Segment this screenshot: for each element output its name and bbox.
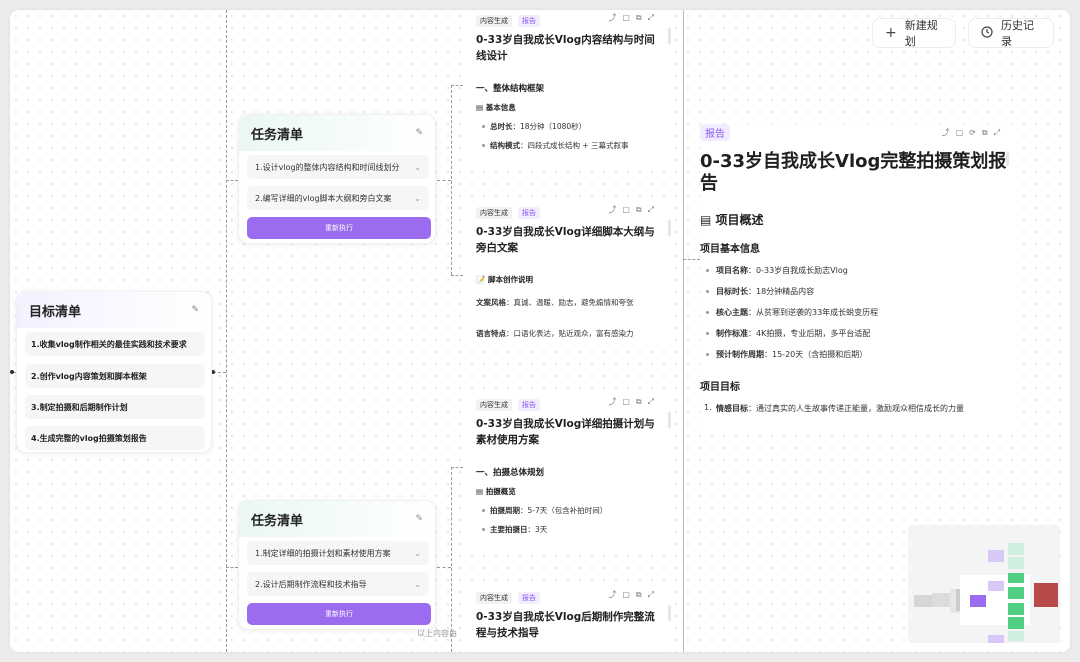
clock-icon <box>981 25 993 41</box>
chevron-down-icon: ⌄ <box>414 162 421 172</box>
report-ordered-item: 1. 情感目标：通过真实的人生故事传递正能量，激励观众相信成长的力量 <box>704 403 964 413</box>
connector-dot <box>10 370 14 374</box>
report-subheading: 项目目标 <box>700 382 740 393</box>
report-list-item: 核心主题：从贫寒到逆袭的33年成长蜕变历程 <box>700 307 1018 318</box>
doc-list-item: 结构模式：四段式成长结构 + 三幕式叙事 <box>476 140 660 151</box>
task-item-label: 2.编写详细的vlog脚本大纲和旁白文案 <box>255 193 392 203</box>
report-title: 0-33岁自我成长Vlog完整拍摄策划报告 <box>700 151 1007 194</box>
task-list-title: 任务清单 <box>251 127 304 143</box>
connector-line <box>683 259 700 260</box>
divider <box>683 10 684 652</box>
doc-list-item: 拍摄周期：5-7天（包含补拍时间） <box>476 505 660 516</box>
report-panel[interactable]: 报告 ⤴▢⟳⧉⤢ 0-33岁自我成长Vlog完整拍摄策划报告 ▤ 项目概述 项目… <box>700 124 1018 434</box>
minimap[interactable] <box>908 525 1060 643</box>
doc-actions-icon[interactable]: ⤴▢⧉⤢ <box>608 396 660 407</box>
connector-line <box>437 567 451 568</box>
goal-item[interactable]: 4.生成完整的vlog拍摄策划报告 <box>25 426 205 450</box>
goal-list-card: 目标清单 ✎ 1.收集vlog制作相关的最佳实践和技术要求 2.创作vlog内容… <box>16 291 212 453</box>
doc-heading: 一、拍摄总体规划 <box>476 468 545 478</box>
report-tag: 报告 <box>700 124 730 141</box>
doc-title: 0-33岁自我成长Vlog详细拍摄计划与素材使用方案 <box>476 418 655 446</box>
task-item[interactable]: 2.编写详细的vlog脚本大纲和旁白文案 ⌄ <box>247 186 429 210</box>
scrollbar[interactable] <box>1006 152 1009 166</box>
report-actions-icon[interactable]: ⤴▢⟳⧉⤢ <box>942 127 1006 138</box>
scrollbar[interactable] <box>668 220 671 236</box>
doc-title: 0-33岁自我成长Vlog后期制作完整流程与技术指导 <box>476 611 655 639</box>
goal-item[interactable]: 3.制定拍摄和后期制作计划 <box>25 395 205 419</box>
doc-paragraph: 语言特点：口语化表达，贴近观众，富有感染力 <box>476 329 634 338</box>
rerun-button[interactable]: 重新执行 <box>247 217 431 239</box>
goal-list-title: 目标清单 <box>29 304 82 320</box>
content-gen-tag: 内容生成 <box>476 14 512 27</box>
connector-line <box>451 467 452 652</box>
report-list-item: 目标时长：18分钟精品内容 <box>700 286 1018 297</box>
new-plan-label: 新建规划 <box>904 19 938 48</box>
task-list-title: 任务清单 <box>251 513 304 529</box>
doc-card[interactable]: 内容生成 报告 ⤴▢⧉⤢ 0-33岁自我成长Vlog后期制作完整流程与技术指导 <box>466 587 670 652</box>
connector-line <box>437 180 451 181</box>
doc-title: 0-33岁自我成长Vlog详细脚本大纲与旁白文案 <box>476 226 655 254</box>
task-item-label: 1.制定详细的拍摄计划和素材使用方案 <box>255 548 391 558</box>
report-tag: 报告 <box>518 14 540 27</box>
scrollbar[interactable] <box>668 412 671 428</box>
report-list-item: 项目名称：0-33岁自我成长励志Vlog <box>700 265 1018 276</box>
goal-item[interactable]: 2.创作vlog内容策划和脚本框架 <box>25 364 205 388</box>
task-item-label: 1.设计vlog的整体内容结构和时间线划分 <box>255 162 400 172</box>
scrollbar[interactable] <box>668 28 671 44</box>
edit-icon[interactable]: ✎ <box>415 514 423 524</box>
task-list-card: 任务清单 ✎ 1.制定详细的拍摄计划和素材使用方案 ⌄ 2.设计后期制作流程和技术… <box>238 500 436 630</box>
rerun-button[interactable]: 重新执行 <box>247 603 431 625</box>
footer-hint: 以上内容由 <box>417 629 457 638</box>
history-label: 历史记录 <box>1001 19 1034 48</box>
report-list-item: 预计制作周期：15-20天（含拍摄和后期） <box>700 349 1018 360</box>
report-tag: 报告 <box>518 206 540 219</box>
connector-line <box>451 467 463 468</box>
connector-line <box>226 567 238 568</box>
doc-card[interactable]: 内容生成 报告 ⤴▢⧉⤢ 0-33岁自我成长Vlog详细拍摄计划与素材使用方案 一… <box>466 394 670 552</box>
report-tag: 报告 <box>518 398 540 411</box>
doc-list-item: 主要拍摄日：3天 <box>476 524 660 535</box>
new-plan-button[interactable]: + 新建规划 <box>872 18 956 48</box>
report-tag: 报告 <box>518 591 540 604</box>
connector-line <box>451 85 452 275</box>
doc-card[interactable]: 内容生成 报告 ⤴▢⧉⤢ 0-33岁自我成长Vlog详细脚本大纲与旁白文案 📝 脚… <box>466 202 670 350</box>
report-list-item: 制作标准：4K拍摄，专业后期，多平台适配 <box>700 328 1018 339</box>
content-gen-tag: 内容生成 <box>476 206 512 219</box>
history-button[interactable]: 历史记录 <box>968 18 1054 48</box>
doc-heading: 一、整体结构框架 <box>476 84 545 94</box>
connector-line <box>226 180 238 181</box>
workflow-canvas[interactable]: + 新建规划 历史记录 目标清单 ✎ 1.收集vlog制作相关的最佳实践和技术要… <box>10 10 1070 652</box>
report-section-heading: ▤ 项目概述 <box>700 213 764 227</box>
connector-line <box>451 85 463 86</box>
plus-icon: + <box>885 25 897 41</box>
doc-actions-icon[interactable]: ⤴▢⧉⤢ <box>608 204 660 215</box>
content-gen-tag: 内容生成 <box>476 591 512 604</box>
task-item[interactable]: 1.设计vlog的整体内容结构和时间线划分 ⌄ <box>247 155 429 179</box>
task-item-label: 2.设计后期制作流程和技术指导 <box>255 579 367 589</box>
task-list-card: 任务清单 ✎ 1.设计vlog的整体内容结构和时间线划分 ⌄ 2.编写详细的vlo… <box>238 114 436 244</box>
doc-subheading: 📝 脚本创作说明 <box>476 275 533 284</box>
chevron-down-icon: ⌄ <box>414 548 421 558</box>
task-item[interactable]: 1.制定详细的拍摄计划和素材使用方案 ⌄ <box>247 541 429 565</box>
doc-subheading: ▤ 基本信息 <box>476 103 516 112</box>
chevron-down-icon: ⌄ <box>414 579 421 589</box>
doc-list-item: 总时长：18分钟（1080秒） <box>476 121 660 132</box>
chevron-down-icon: ⌄ <box>414 193 421 203</box>
connector-line <box>451 275 463 276</box>
goal-item[interactable]: 1.收集vlog制作相关的最佳实践和技术要求 <box>25 332 205 356</box>
edit-icon[interactable]: ✎ <box>415 128 423 138</box>
doc-paragraph: 文案风格：真诚、温暖、励志，避免煽情和夸张 <box>476 298 634 307</box>
content-gen-tag: 内容生成 <box>476 398 512 411</box>
scrollbar[interactable] <box>668 605 671 621</box>
doc-actions-icon[interactable]: ⤴▢⧉⤢ <box>608 12 660 23</box>
task-item[interactable]: 2.设计后期制作流程和技术指导 ⌄ <box>247 572 429 596</box>
doc-card[interactable]: 内容生成 报告 ⤴▢⧉⤢ 0-33岁自我成长Vlog内容结构与时间线设计 一、整体… <box>466 10 670 170</box>
report-subheading: 项目基本信息 <box>700 244 760 255</box>
doc-subheading: ▤ 拍摄概览 <box>476 487 516 496</box>
doc-title: 0-33岁自我成长Vlog内容结构与时间线设计 <box>476 34 655 62</box>
edit-icon[interactable]: ✎ <box>191 305 199 315</box>
doc-actions-icon[interactable]: ⤴▢⧉⤢ <box>608 589 660 600</box>
connector-line <box>226 10 227 652</box>
